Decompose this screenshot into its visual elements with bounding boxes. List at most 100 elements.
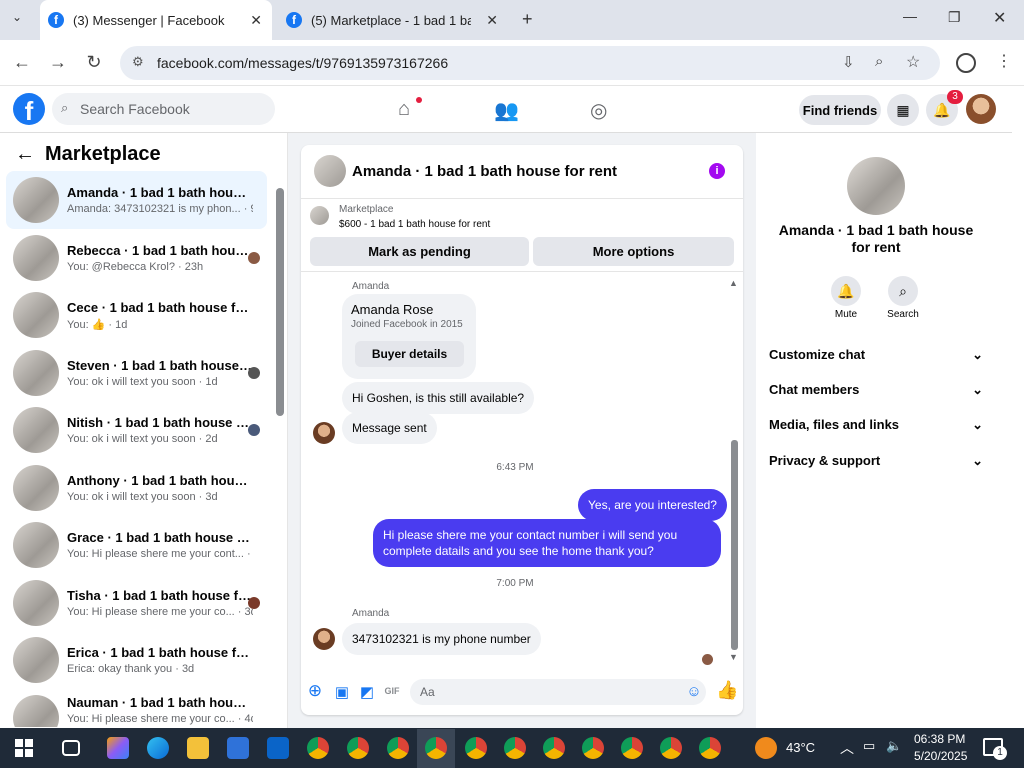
store-icon[interactable] [227,737,249,759]
conversation-item[interactable]: Tisha · 1 bad 1 bath house for ... You: H… [6,574,267,632]
info-icon[interactable]: i [709,163,725,179]
tray-chevron-icon[interactable]: ︿ [840,738,854,758]
chrome-profile-icon[interactable] [465,737,487,759]
friends-icon[interactable]: 👥 [494,98,519,123]
conversation-item[interactable]: Erica · 1 bad 1 bath house for rent Erica… [6,631,267,689]
chrome-profile-icon[interactable] [347,737,369,759]
facebook-search-input[interactable]: ⌕ Search Facebook [52,93,275,125]
page-scrollbar-track[interactable] [1012,133,1024,728]
conversation-title: Rebecca · 1 bad 1 bath house ... [67,243,253,258]
like-thumb-icon[interactable]: 👍 [716,680,738,701]
more-options-button[interactable]: More options [533,237,734,266]
sticker-icon[interactable]: ◩ [358,683,376,701]
search-icon[interactable]: ⌕ [888,276,918,306]
gif-icon[interactable]: GIF [383,686,401,696]
weather-temperature[interactable]: 43°C [786,740,815,755]
tab-search-icon[interactable]: ⌄ [12,10,22,24]
chrome-profile-icon[interactable] [621,737,643,759]
install-app-icon[interactable]: ⇩ [842,53,855,71]
conversation-title: Grace · 1 bad 1 bath house for r... [67,530,253,545]
conversation-item[interactable]: Nitish · 1 bad 1 bath house fo... You: ok… [6,401,267,459]
weather-sun-icon[interactable] [755,737,777,759]
privacy-support-section[interactable]: Privacy & support ⌄ [769,453,983,469]
facebook-logo-icon[interactable]: f [13,93,45,126]
chrome-profile-icon[interactable] [307,737,329,759]
home-icon[interactable]: ⌂ [398,98,410,121]
conversation-item[interactable]: Nauman · 1 bad 1 bath house ... You: Hi p… [6,689,267,727]
message-timestamp: 7:00 PM [496,578,534,589]
tab-marketplace[interactable]: f (5) Marketplace - 1 bad 1 bath ✕ [280,0,508,40]
find-friends-button[interactable]: Find friends [799,95,881,125]
listing-price-title[interactable]: $600 - 1 bad 1 bath house for rent [339,219,490,230]
conversation-item[interactable]: Grace · 1 bad 1 bath house for r... You: … [6,516,267,574]
clock-date[interactable]: 5/20/2025 [914,749,967,763]
emoji-icon[interactable]: ☺ [685,683,703,700]
conversation-item[interactable]: Anthony · 1 bad 1 bath house fo... You: o… [6,459,267,517]
tab-messenger[interactable]: f (3) Messenger | Facebook ✕ [40,0,272,40]
message-sender-name: Amanda [352,608,390,619]
network-icon[interactable]: ▭ [863,738,875,754]
add-plus-icon[interactable]: ⊕ [306,681,324,701]
media-files-links-section[interactable]: Media, files and links ⌄ [769,417,983,433]
chrome-profile-icon[interactable] [660,737,682,759]
new-tab-button[interactable]: + [522,9,533,30]
close-tab-icon[interactable]: ✕ [250,12,262,29]
profile-icon[interactable] [956,53,976,73]
windows-start-icon[interactable] [15,739,33,757]
task-view-icon[interactable] [62,740,80,756]
chat-scrollbar[interactable] [731,440,738,650]
volume-icon[interactable]: 🔈 [886,738,902,754]
conversation-item[interactable]: Amanda · 1 bad 1 bath house fo... Amanda:… [6,171,267,229]
message-input[interactable]: Aa [410,679,706,705]
menu-grid-icon[interactable]: ▦ [887,94,919,126]
reload-button[interactable]: ↻ [82,52,106,73]
mute-label: Mute [834,309,858,320]
chrome-profile-icon[interactable] [425,737,447,759]
chrome-profile-icon[interactable] [543,737,565,759]
scroll-up-arrow[interactable]: ▲ [729,278,738,288]
chat-header-avatar[interactable] [314,155,346,187]
conversation-snippet: You: ok i will text you soon · 3d [67,491,218,503]
maximize-button[interactable]: ❐ [948,9,961,26]
chat-members-section[interactable]: Chat members ⌄ [769,382,983,398]
close-tab-icon[interactable]: ✕ [486,12,498,29]
marketplace-title: Marketplace [45,143,161,165]
sender-avatar[interactable] [313,422,335,444]
chrome-profile-icon[interactable] [387,737,409,759]
listing-thumbnail [13,465,59,511]
zoom-icon[interactable]: ⌕ [875,53,883,70]
customize-chat-section[interactable]: Customize chat ⌄ [769,347,983,363]
conversation-item[interactable]: Rebecca · 1 bad 1 bath house ... You: @Re… [6,229,267,287]
chrome-menu-icon[interactable]: ⋮ [996,51,1012,71]
bookmark-star-icon[interactable]: ☆ [906,52,920,72]
close-window-button[interactable]: ✕ [993,8,1006,28]
conversation-item[interactable]: Steven · 1 bad 1 bath house f... You: ok … [6,344,267,402]
back-button[interactable]: ← [10,52,34,73]
clock-time[interactable]: 06:38 PM [914,732,965,746]
file-explorer-icon[interactable] [187,737,209,759]
scroll-down-arrow[interactable]: ▼ [729,652,738,662]
mute-bell-icon[interactable]: 🔔 [831,276,861,306]
photo-icon[interactable]: ▣ [333,683,351,701]
site-info-icon[interactable]: ⚙ [132,54,144,70]
conversation-title: Erica · 1 bad 1 bath house for rent [67,645,253,660]
edge-icon[interactable] [147,737,169,759]
conversation-list-scrollbar[interactable] [276,188,284,416]
listing-avatar[interactable] [847,157,905,215]
forward-button[interactable]: → [46,52,70,73]
buyer-details-button[interactable]: Buyer details [355,341,464,367]
conversation-item[interactable]: Cece · 1 bad 1 bath house for rent You: 👍… [6,286,267,344]
chrome-profile-icon[interactable] [504,737,526,759]
minimize-button[interactable]: — [903,8,917,24]
chat-header-title[interactable]: Amanda · 1 bad 1 bath house for rent [352,163,617,180]
chrome-profile-icon[interactable] [582,737,604,759]
copilot-icon[interactable] [107,737,129,759]
sender-avatar[interactable] [313,628,335,650]
back-arrow-icon[interactable]: ← [15,143,35,166]
url-bar[interactable]: ⚙ facebook.com/messages/t/97691359731672… [120,46,940,80]
groups-icon[interactable]: ◎ [590,98,607,123]
mark-as-pending-button[interactable]: Mark as pending [310,237,529,266]
account-avatar[interactable] [966,94,996,124]
chrome-profile-icon[interactable] [699,737,721,759]
outlook-icon[interactable] [267,737,289,759]
